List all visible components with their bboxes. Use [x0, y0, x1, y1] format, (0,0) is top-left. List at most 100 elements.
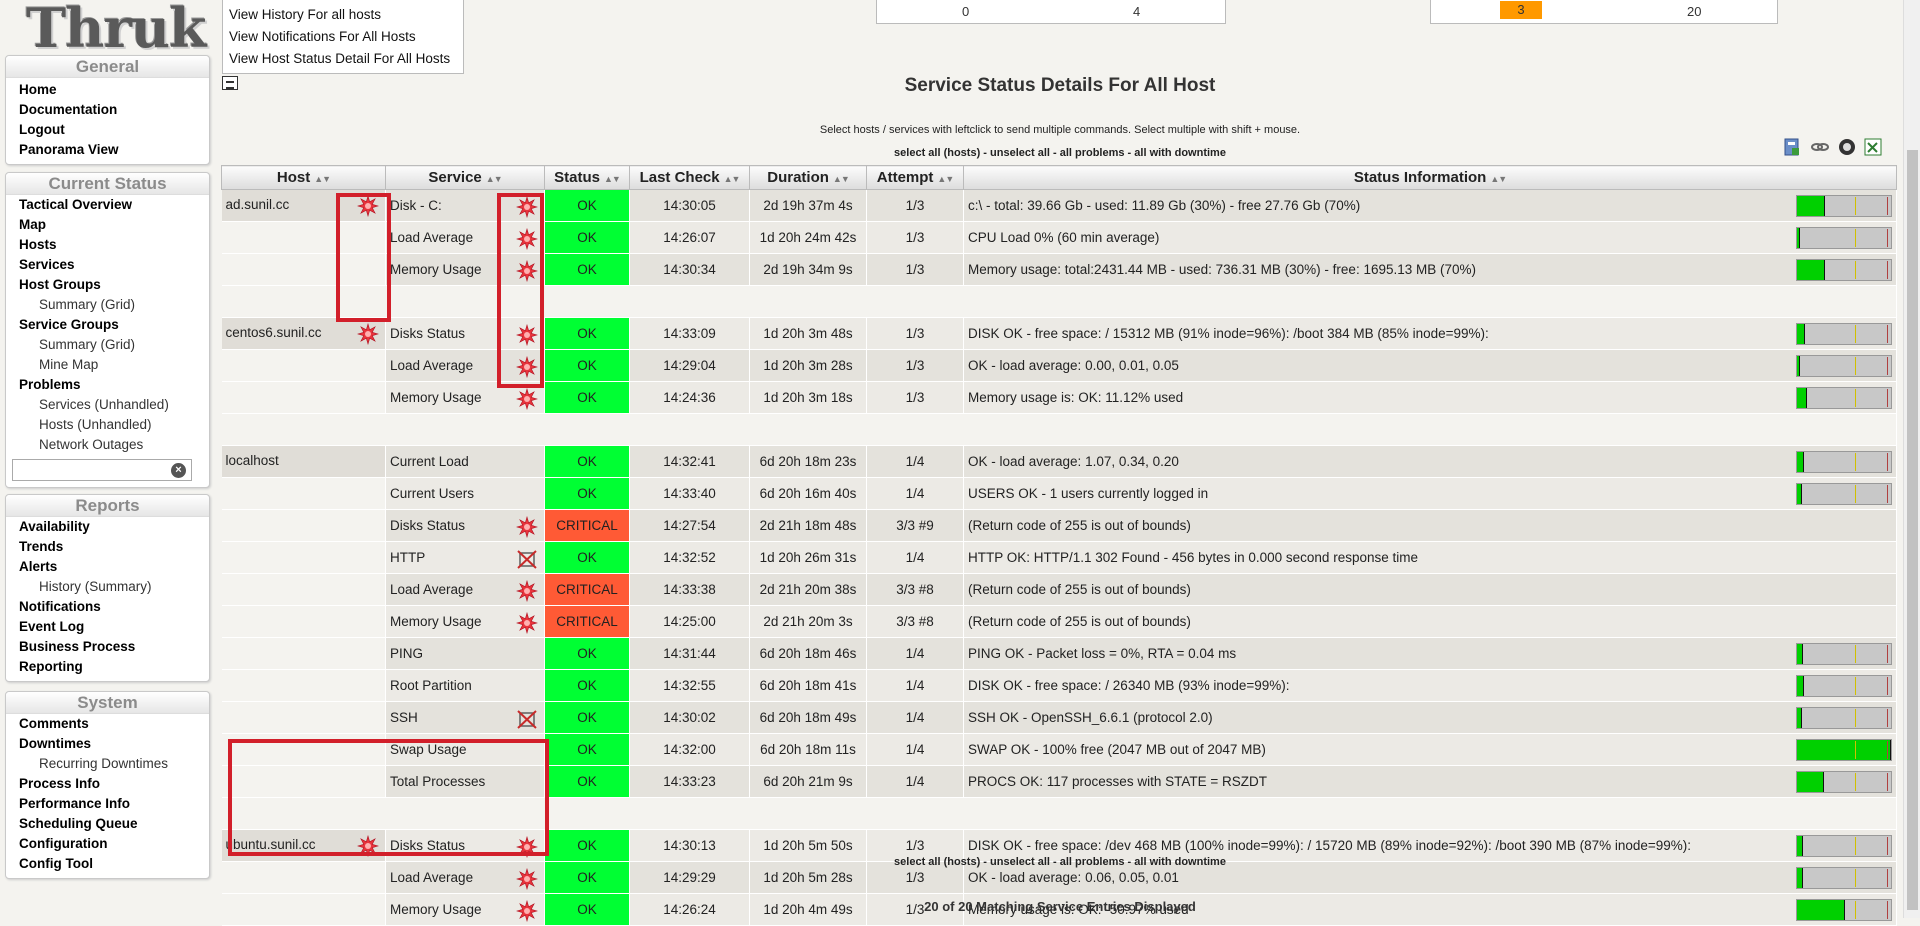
- notifications-disabled-icon[interactable]: [516, 388, 538, 410]
- notifications-disabled-icon[interactable]: [516, 580, 538, 602]
- service-name[interactable]: Disks Status: [390, 838, 465, 853]
- sidebar-item-scheduling-queue[interactable]: Scheduling Queue: [6, 814, 209, 834]
- service-cell[interactable]: Disks Status: [385, 317, 545, 350]
- service-name[interactable]: Swap Usage: [390, 742, 467, 757]
- thruk-logo[interactable]: Thruk: [26, 0, 207, 60]
- table-row[interactable]: SSH OK 14:30:02 6d 20h 18m 49s 1/4 SSH OK - O…: [221, 701, 1897, 734]
- table-row[interactable]: Disks Status CRITICAL 14:27:54 2d 21h 18m 4…: [221, 509, 1897, 542]
- host-cell[interactable]: centos6.sunil.cc: [221, 317, 386, 350]
- service-cell[interactable]: Memory Usage: [385, 605, 545, 638]
- col-duration[interactable]: Duration ▲▼: [749, 165, 867, 190]
- perfdata-bar[interactable]: [1796, 771, 1892, 793]
- service-name[interactable]: Current Load: [390, 454, 469, 469]
- service-name[interactable]: Memory Usage: [390, 262, 482, 277]
- host-total-b[interactable]: 4: [1133, 4, 1140, 19]
- sidebar-item-problems[interactable]: Problems: [6, 375, 209, 395]
- scrollbar-thumb[interactable]: [1907, 150, 1918, 910]
- sort-icon[interactable]: ▲▼: [937, 174, 954, 184]
- sidebar-item-mine-map[interactable]: Mine Map: [6, 355, 209, 375]
- sidebar-item-notifications[interactable]: Notifications: [6, 597, 209, 617]
- col-host[interactable]: Host ▲▼: [221, 165, 386, 190]
- service-name[interactable]: Load Average: [390, 358, 473, 373]
- sidebar-item-trends[interactable]: Trends: [6, 537, 209, 557]
- checks-disabled-icon[interactable]: [516, 548, 538, 570]
- table-row[interactable]: Load Average OK 14:29:04 1d 20h 3m 28s 1/3 OK…: [221, 349, 1897, 382]
- excel-export-icon[interactable]: [1864, 138, 1882, 156]
- table-row[interactable]: Total Processes OK 14:33:23 6d 20h 21m 9s 1/…: [221, 765, 1897, 798]
- export-csv-icon[interactable]: [1783, 138, 1801, 156]
- table-row[interactable]: PING OK 14:31:44 6d 20h 18m 46s 1/4 PING OK -…: [221, 637, 1897, 670]
- service-name[interactable]: Memory Usage: [390, 614, 482, 629]
- notifications-disabled-icon[interactable]: [516, 516, 538, 538]
- sidebar-item-configuration[interactable]: Configuration: [6, 834, 209, 854]
- select-bar-bottom[interactable]: select all (hosts) - unselect all - all …: [0, 856, 1920, 868]
- sidebar-item-tactical-overview[interactable]: Tactical Overview: [6, 195, 209, 215]
- sidebar-item-services[interactable]: Services: [6, 255, 209, 275]
- service-cell[interactable]: Load Average: [385, 349, 545, 382]
- sort-icon[interactable]: ▲▼: [833, 174, 850, 184]
- service-cell[interactable]: SSH: [385, 701, 545, 734]
- sidebar-item-network-outages[interactable]: Network Outages: [6, 435, 209, 455]
- sort-icon[interactable]: ▲▼: [314, 174, 331, 184]
- service-name[interactable]: Disk - C:: [390, 198, 442, 213]
- sidebar-item-hosts-unhandled[interactable]: Hosts (Unhandled): [6, 415, 209, 435]
- service-name[interactable]: Root Partition: [390, 678, 472, 693]
- sidebar-item-recurring-downtimes[interactable]: Recurring Downtimes: [6, 754, 209, 774]
- sort-icon[interactable]: ▲▼: [604, 174, 621, 184]
- table-row[interactable]: Current Users OK 14:33:40 6d 20h 16m 40s 1/4…: [221, 477, 1897, 510]
- sidebar-item-history-summary[interactable]: History (Summary): [6, 577, 209, 597]
- notifications-all-hosts-link[interactable]: View Notifications For All Hosts: [223, 26, 463, 48]
- service-name[interactable]: Load Average: [390, 582, 473, 597]
- sidebar-item-service-groups[interactable]: Service Groups: [6, 315, 209, 335]
- notifications-disabled-icon[interactable]: [516, 836, 538, 858]
- sort-icon[interactable]: ▲▼: [1490, 174, 1507, 184]
- host-name[interactable]: centos6.sunil.cc: [226, 325, 322, 340]
- host-name[interactable]: localhost: [226, 453, 279, 468]
- table-row[interactable]: HTTP OK 14:32:52 1d 20h 26m 31s 1/4 HTTP OK: …: [221, 541, 1897, 574]
- perfdata-bar[interactable]: [1796, 387, 1892, 409]
- service-name[interactable]: Current Users: [390, 486, 474, 501]
- notifications-disabled-icon[interactable]: [516, 868, 538, 890]
- sort-icon[interactable]: ▲▼: [486, 174, 503, 184]
- service-cell[interactable]: Current Users: [385, 477, 545, 510]
- service-name[interactable]: Disks Status: [390, 518, 465, 533]
- checks-disabled-icon[interactable]: [516, 708, 538, 730]
- service-name[interactable]: SSH: [390, 710, 418, 725]
- host-name[interactable]: ubuntu.sunil.cc: [226, 837, 316, 852]
- host-cell[interactable]: localhost: [221, 445, 386, 478]
- service-cell[interactable]: Load Average: [385, 221, 545, 254]
- table-row[interactable]: Swap Usage OK 14:32:00 6d 20h 18m 11s 1/4 SWA…: [221, 733, 1897, 766]
- sidebar-item-reporting[interactable]: Reporting: [6, 657, 209, 677]
- host-total-a[interactable]: 0: [962, 4, 969, 19]
- service-cell[interactable]: Root Partition: [385, 669, 545, 702]
- perfdata-bar[interactable]: [1796, 707, 1892, 729]
- sidebar-item-map[interactable]: Map: [6, 215, 209, 235]
- host-status-detail-link[interactable]: View Host Status Detail For All Hosts: [223, 48, 463, 70]
- sidebar-item-comments[interactable]: Comments: [6, 714, 209, 734]
- notifications-disabled-icon[interactable]: [357, 323, 379, 345]
- service-name[interactable]: Load Average: [390, 870, 473, 885]
- sidebar-item-services-unhandled[interactable]: Services (Unhandled): [6, 395, 209, 415]
- col-status-information[interactable]: Status Information ▲▼: [963, 165, 1897, 190]
- settings-icon[interactable]: [1838, 138, 1856, 156]
- notifications-disabled-icon[interactable]: [516, 260, 538, 282]
- sidebar-item-documentation[interactable]: Documentation: [6, 100, 209, 120]
- perfdata-bar[interactable]: [1796, 835, 1892, 857]
- service-cell[interactable]: Swap Usage: [385, 733, 545, 766]
- clear-search-icon[interactable]: ×: [171, 463, 186, 478]
- host-cell[interactable]: ad.sunil.cc: [221, 189, 386, 222]
- sidebar-item-event-log[interactable]: Event Log: [6, 617, 209, 637]
- service-name[interactable]: HTTP: [390, 550, 425, 565]
- service-name[interactable]: Memory Usage: [390, 390, 482, 405]
- notifications-disabled-icon[interactable]: [516, 228, 538, 250]
- notifications-disabled-icon[interactable]: [516, 324, 538, 346]
- service-cell[interactable]: Disk - C:: [385, 189, 545, 222]
- notifications-disabled-icon[interactable]: [516, 356, 538, 378]
- table-row[interactable]: Load Average CRITICAL 14:33:38 2d 21h 20m 3…: [221, 573, 1897, 606]
- perfdata-bar[interactable]: [1796, 739, 1892, 761]
- service-total-all[interactable]: 20: [1687, 4, 1701, 19]
- sidebar-search[interactable]: ×: [12, 459, 192, 481]
- table-row[interactable]: Memory Usage CRITICAL 14:25:00 2d 21h 20m 3…: [221, 605, 1897, 638]
- service-cell[interactable]: Total Processes: [385, 765, 545, 798]
- service-cell[interactable]: Current Load: [385, 445, 545, 478]
